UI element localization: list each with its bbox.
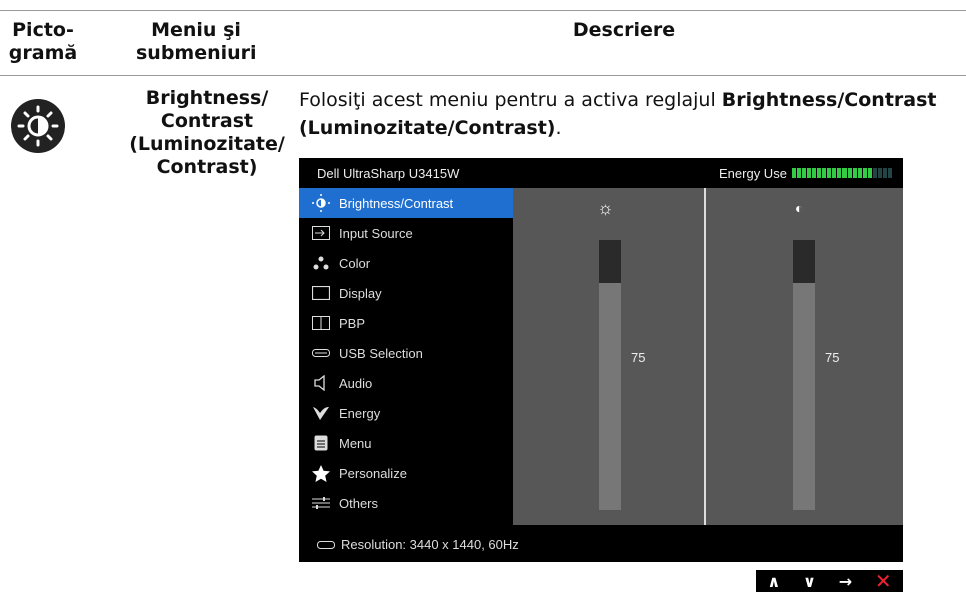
header-rule — [0, 75, 966, 76]
resolution-text: Resolution: 3440 x 1440, 60Hz — [341, 537, 519, 552]
osd-status-bar: Resolution: 3440 x 1440, 60Hz — [299, 525, 903, 562]
osd-menu-item-label: Personalize — [339, 465, 407, 481]
resolution-info: Resolution: 3440 x 1440, 60Hz — [317, 537, 519, 552]
brightness-icon — [311, 194, 331, 212]
energy-segment — [837, 168, 842, 178]
energy-segment — [847, 168, 852, 178]
energy-use-label: Energy Use — [719, 166, 787, 181]
top-rule — [0, 10, 966, 11]
brightness-contrast-icon — [11, 99, 65, 153]
brightness-slider-fill — [599, 283, 621, 510]
osd-menu-item-personalize[interactable]: Personalize — [299, 458, 513, 488]
right-arrow-icon[interactable]: → — [839, 572, 852, 591]
contrast-value: 75 — [825, 350, 840, 365]
osd-menu-item-audio[interactable]: Audio — [299, 368, 513, 398]
osd-menu-item-label: Energy — [339, 405, 381, 421]
osd-menu-item-display[interactable]: Display — [299, 278, 513, 308]
osd-screen: Dell UltraSharp U3415W Energy Use Bright… — [299, 158, 903, 562]
osd-menu-item-label: PBP — [339, 315, 366, 331]
header-meniu: Meniu şi submeniuri — [136, 19, 257, 64]
energy-segment — [797, 168, 802, 178]
osd-menu-item-menu[interactable]: Menu — [299, 428, 513, 458]
color-icon — [311, 254, 331, 272]
energy-segment — [827, 168, 832, 178]
energy-icon — [311, 404, 331, 422]
osd-menu-item-label: USB Selection — [339, 345, 423, 361]
energy-segment — [867, 168, 872, 178]
energy-segment — [832, 168, 837, 178]
energy-segment — [852, 168, 857, 178]
menu-icon — [311, 434, 331, 452]
header-pictograma: Picto-gramă — [8, 19, 78, 64]
contrast-slider[interactable] — [793, 240, 815, 510]
energy-segment — [877, 168, 882, 178]
energy-segment — [802, 168, 807, 178]
osd-menu-item-usb-selection[interactable]: USB Selection — [299, 338, 513, 368]
osd-menu-item-input-source[interactable]: Input Source — [299, 218, 513, 248]
energy-segment — [882, 168, 887, 178]
energy-segment — [792, 168, 797, 178]
energy-segment — [822, 168, 827, 178]
cable-icon — [317, 540, 335, 549]
osd-nav-buttons: ∧ ∨ → ✕ — [756, 569, 903, 593]
osd-menu-item-energy[interactable]: Energy — [299, 398, 513, 428]
input-source-icon — [311, 224, 331, 242]
star-icon — [311, 464, 331, 482]
up-arrow-icon[interactable]: ∧ — [767, 572, 780, 591]
osd-menu-item-label: Display — [339, 285, 382, 301]
pbp-icon — [311, 314, 331, 332]
energy-segment — [817, 168, 822, 178]
energy-use-meter — [792, 168, 892, 178]
osd-menu-item-others[interactable]: Others — [299, 488, 513, 518]
header-descriere: Descriere — [572, 19, 676, 41]
down-arrow-icon[interactable]: ∨ — [803, 572, 816, 591]
brightness-value: 75 — [631, 350, 646, 365]
description: Folosiţi acest meniu pentru a activa reg… — [299, 89, 937, 139]
brightness-icon: ☼ — [597, 198, 614, 218]
speaker-icon — [311, 374, 331, 392]
osd-menu-item-label: Input Source — [339, 225, 413, 241]
brightness-slider[interactable] — [599, 240, 621, 510]
menu-name: Brightness/ Contrast (Luminozitate/ Cont… — [129, 87, 285, 178]
energy-segment — [842, 168, 847, 178]
contrast-slider-fill — [793, 283, 815, 510]
energy-segment — [872, 168, 877, 178]
others-icon — [311, 494, 331, 512]
energy-segment — [887, 168, 892, 178]
usb-icon — [311, 344, 331, 362]
osd-titlebar: Dell UltraSharp U3415W Energy Use — [299, 158, 903, 188]
osd-menu-item-label: Audio — [339, 375, 373, 391]
energy-segment — [862, 168, 867, 178]
adjust-panel: ☼ 75 ◐ 75 — [513, 188, 903, 525]
osd-menu-item-label: Brightness/Contrast — [339, 195, 454, 211]
osd-menu-item-color[interactable]: Color — [299, 248, 513, 278]
contrast-icon: ◐ — [795, 200, 804, 216]
energy-segment — [857, 168, 862, 178]
osd-menu-item-label: Others — [339, 495, 379, 511]
energy-segment — [812, 168, 817, 178]
osd-menu-item-label: Color — [339, 255, 371, 271]
close-icon[interactable]: ✕ — [875, 569, 892, 593]
osd-menu: Brightness/Contrast Input Source Color Disp… — [299, 188, 513, 518]
osd-menu-item-brightness-contrast[interactable]: Brightness/Contrast — [299, 188, 513, 218]
display-icon — [311, 284, 331, 302]
panel-divider — [704, 188, 706, 525]
osd-menu-item-label: Menu — [339, 435, 372, 451]
osd-menu-item-pbp[interactable]: PBP — [299, 308, 513, 338]
energy-segment — [807, 168, 812, 178]
osd-title: Dell UltraSharp U3415W — [317, 166, 460, 181]
